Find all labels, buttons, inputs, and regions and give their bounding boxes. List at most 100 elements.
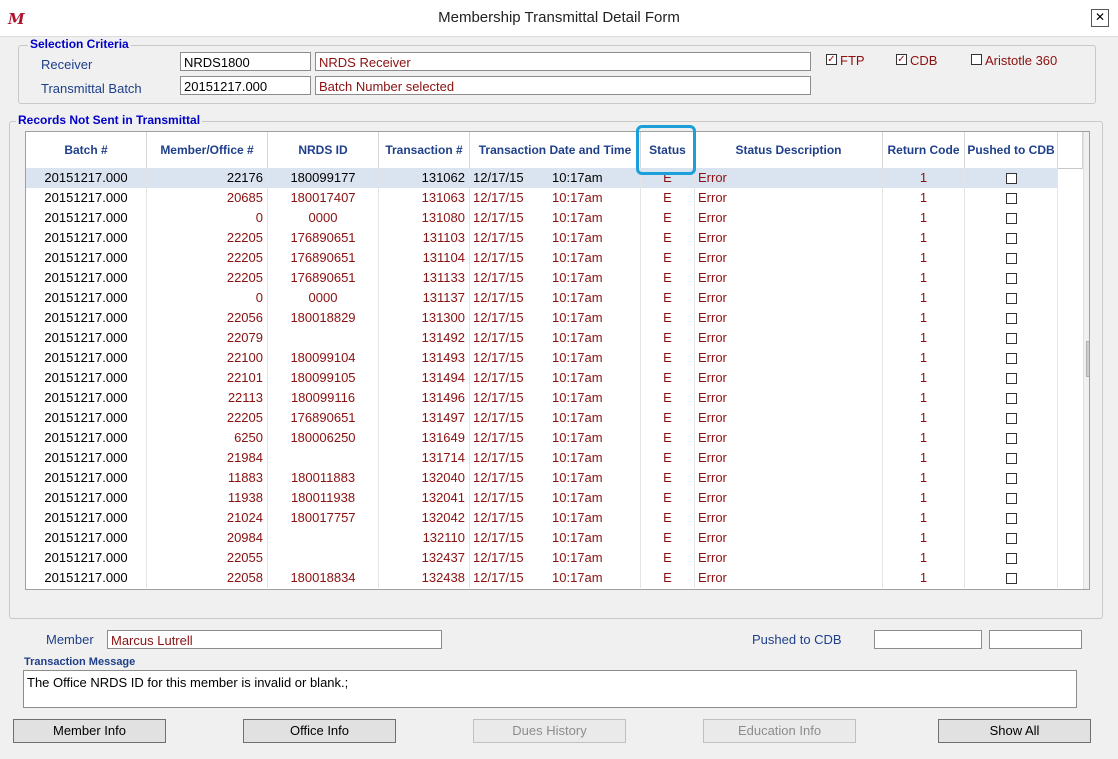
pushed-cdb-cell[interactable]	[965, 188, 1058, 208]
table-row[interactable]: 20151217.000 20984 132110 12/17/15 10:17am E E…	[26, 528, 1058, 548]
col-transaction-header[interactable]: Transaction #	[379, 132, 470, 169]
table-row[interactable]: 20151217.000 22205 176890651 131104 12/17/15…	[26, 248, 1058, 268]
scroll-thumb[interactable]: ≡	[1086, 341, 1089, 377]
chevron-down-icon[interactable]: ▼	[1084, 571, 1089, 587]
table-row[interactable]: 20151217.000 22101 180099105 131494 12/17/15…	[26, 368, 1058, 388]
table-row[interactable]: 20151217.000 22079 131492 12/17/15 10:17am E E…	[26, 328, 1058, 348]
table-row[interactable]: 20151217.000 6250 180006250 131649 12/17/15 1…	[26, 428, 1058, 448]
pushed-cdb-checkbox[interactable]	[1005, 233, 1017, 245]
col-status-desc-header[interactable]: Status Description	[695, 132, 883, 169]
pushed-cdb-cell[interactable]	[965, 528, 1058, 548]
table-row[interactable]: 20151217.000 11883 180011883 132040 12/17/15…	[26, 468, 1058, 488]
pushed-cdb-checkbox[interactable]	[1005, 353, 1017, 365]
receiver-code-field[interactable]: NRDS1800	[180, 52, 311, 71]
pushed-cdb-cell[interactable]	[965, 168, 1058, 188]
status-desc-cell: Error	[695, 348, 883, 368]
ftp-checkbox[interactable]: ✓ FTP	[826, 53, 865, 68]
pushed-cdb-cell[interactable]	[965, 288, 1058, 308]
pushed-cdb-cell[interactable]	[965, 488, 1058, 508]
office-info-button[interactable]: Office Info	[243, 719, 396, 743]
transaction-message-field[interactable]: The Office NRDS ID for this member is in…	[23, 670, 1077, 708]
pushed-cdb-checkbox[interactable]	[1005, 433, 1017, 445]
pushed-cdb-cell[interactable]	[965, 348, 1058, 368]
pushed-to-cdb-field-1[interactable]	[874, 630, 982, 649]
pushed-cdb-checkbox[interactable]	[1005, 273, 1017, 285]
pushed-cdb-checkbox[interactable]	[1005, 393, 1017, 405]
pushed-cdb-cell[interactable]	[965, 368, 1058, 388]
return-code-cell: 1	[883, 168, 965, 188]
table-row[interactable]: 20151217.000 22055 132437 12/17/15 10:17am E E…	[26, 548, 1058, 568]
table-row[interactable]: 20151217.000 22100 180099104 131493 12/17/15…	[26, 348, 1058, 368]
table-row[interactable]: 20151217.000 22056 180018829 131300 12/17/15…	[26, 308, 1058, 328]
nrds-id-cell: 176890651	[268, 228, 379, 248]
transmittal-batch-field[interactable]: 20151217.000	[180, 76, 311, 95]
table-row[interactable]: 20151217.000 22205 176890651 131133 12/17/15…	[26, 268, 1058, 288]
pushed-cdb-cell[interactable]	[965, 568, 1058, 588]
pushed-cdb-cell[interactable]	[965, 428, 1058, 448]
pushed-cdb-checkbox[interactable]	[1005, 533, 1017, 545]
pushed-cdb-checkbox[interactable]	[1005, 493, 1017, 505]
member-field[interactable]: Marcus Lutrell	[107, 630, 442, 649]
aristotle-checkbox[interactable]: Aristotle 360	[971, 53, 1057, 68]
pushed-cdb-checkbox[interactable]	[1005, 413, 1017, 425]
show-all-button[interactable]: Show All	[938, 719, 1091, 743]
pushed-cdb-cell[interactable]	[965, 468, 1058, 488]
table-row[interactable]: 20151217.000 21984 131714 12/17/15 10:17am E E…	[26, 448, 1058, 468]
pushed-cdb-checkbox[interactable]	[1005, 213, 1017, 225]
vertical-scrollbar[interactable]: ▲ ≡ ▼	[1083, 132, 1089, 589]
pushed-cdb-checkbox[interactable]	[1005, 573, 1017, 585]
pushed-cdb-checkbox[interactable]	[1005, 333, 1017, 345]
table-row[interactable]: 20151217.000 22205 176890651 131497 12/17/15…	[26, 408, 1058, 428]
batch-description-field[interactable]: Batch Number selected	[315, 76, 811, 95]
pushed-to-cdb-field-2[interactable]	[989, 630, 1082, 649]
pushed-cdb-checkbox[interactable]	[1005, 553, 1017, 565]
pushed-cdb-checkbox[interactable]	[1005, 473, 1017, 485]
table-row[interactable]: 20151217.000 11938 180011938 132041 12/17/15…	[26, 488, 1058, 508]
transaction-time: 10:17am	[552, 230, 603, 245]
dues-history-button[interactable]: Dues History	[473, 719, 626, 743]
transaction-time: 10:17am	[552, 310, 603, 325]
pushed-cdb-cell[interactable]	[965, 308, 1058, 328]
table-row[interactable]: 20151217.000 20685 180017407 131063 12/17/15…	[26, 188, 1058, 208]
pushed-cdb-cell[interactable]	[965, 448, 1058, 468]
col-member-office-header[interactable]: Member/Office #	[147, 132, 268, 169]
pushed-cdb-checkbox[interactable]	[1005, 293, 1017, 305]
nrds-id-cell: 180099104	[268, 348, 379, 368]
pushed-cdb-checkbox[interactable]	[1005, 513, 1017, 525]
pushed-cdb-cell[interactable]	[965, 388, 1058, 408]
col-return-code-header[interactable]: Return Code	[883, 132, 965, 169]
pushed-cdb-cell[interactable]	[965, 208, 1058, 228]
pushed-cdb-cell[interactable]	[965, 508, 1058, 528]
member-info-button[interactable]: Member Info	[13, 719, 166, 743]
chevron-up-icon[interactable]: ▲	[1084, 133, 1089, 149]
table-row[interactable]: 20151217.000 0 0000 131080 12/17/15 10:17am E E…	[26, 208, 1058, 228]
pushed-cdb-checkbox[interactable]	[1005, 373, 1017, 385]
education-info-button[interactable]: Education Info	[703, 719, 856, 743]
pushed-cdb-cell[interactable]	[965, 408, 1058, 428]
pushed-cdb-checkbox[interactable]	[1005, 193, 1017, 205]
status-desc-cell: Error	[695, 288, 883, 308]
pushed-cdb-checkbox[interactable]	[1005, 173, 1017, 185]
pushed-cdb-checkbox[interactable]	[1005, 453, 1017, 465]
col-datetime-header[interactable]: Transaction Date and Time	[470, 132, 641, 169]
pushed-cdb-cell[interactable]	[965, 228, 1058, 248]
pushed-cdb-cell[interactable]	[965, 328, 1058, 348]
pushed-cdb-cell[interactable]	[965, 248, 1058, 268]
pushed-cdb-cell[interactable]	[965, 268, 1058, 288]
receiver-name-field[interactable]: NRDS Receiver	[315, 52, 811, 71]
table-row[interactable]: 20151217.000 22058 180018834 132438 12/17/15…	[26, 568, 1058, 588]
records-grid[interactable]: Batch # Member/Office # NRDS ID Transaction…	[25, 131, 1090, 590]
pushed-cdb-checkbox[interactable]	[1005, 313, 1017, 325]
col-nrds-id-header[interactable]: NRDS ID	[268, 132, 379, 169]
pushed-cdb-cell[interactable]	[965, 548, 1058, 568]
pushed-cdb-checkbox[interactable]	[1005, 253, 1017, 265]
table-row[interactable]: 20151217.000 21024 180017757 132042 12/17/15…	[26, 508, 1058, 528]
table-row[interactable]: 20151217.000 22176 180099177 131062 12/17/15…	[26, 168, 1058, 188]
col-pushed-cdb-header[interactable]: Pushed to CDB	[965, 132, 1058, 169]
close-button[interactable]: ✕	[1091, 9, 1109, 27]
col-batch-header[interactable]: Batch #	[26, 132, 147, 169]
table-row[interactable]: 20151217.000 22205 176890651 131103 12/17/15…	[26, 228, 1058, 248]
cdb-checkbox[interactable]: ✓ CDB	[896, 53, 937, 68]
table-row[interactable]: 20151217.000 0 0000 131137 12/17/15 10:17am E E…	[26, 288, 1058, 308]
table-row[interactable]: 20151217.000 22113 180099116 131496 12/17/15…	[26, 388, 1058, 408]
